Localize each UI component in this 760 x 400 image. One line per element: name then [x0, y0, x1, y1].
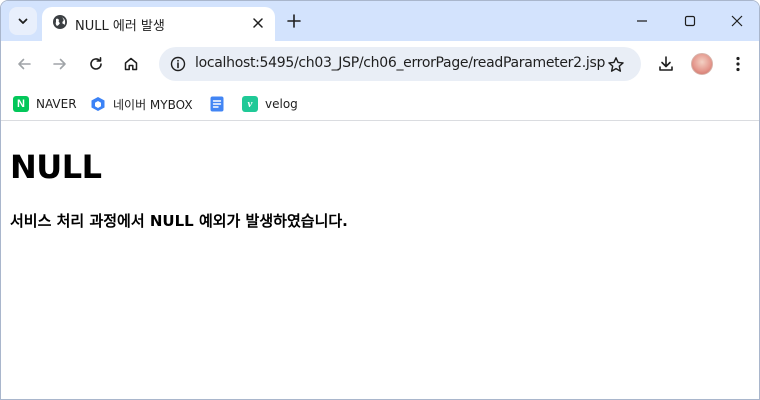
arrow-left-icon — [18, 58, 31, 70]
close-window-button[interactable] — [714, 6, 759, 36]
tab-close-button[interactable] — [248, 13, 268, 33]
minimize-button[interactable] — [619, 6, 665, 36]
tab-search-button[interactable] — [9, 7, 37, 35]
active-tab[interactable]: NULL 에러 발생 — [42, 7, 275, 41]
maximize-icon — [684, 15, 696, 27]
toolbar: localhost:5495/ch03_JSP/ch06_errorPage/r… — [1, 41, 759, 87]
docs-icon — [210, 96, 224, 112]
forward-button[interactable] — [45, 49, 75, 79]
menu-button[interactable] — [723, 49, 753, 79]
close-icon — [731, 15, 743, 27]
close-icon — [253, 18, 263, 28]
address-bar[interactable]: localhost:5495/ch03_JSP/ch06_errorPage/r… — [159, 47, 641, 81]
maximize-button[interactable] — [667, 6, 713, 36]
reload-icon — [90, 57, 102, 70]
bookmark-mybox[interactable]: 네이버 MYBOX — [90, 93, 193, 115]
arrow-right-icon — [53, 58, 66, 70]
plus-icon — [287, 14, 301, 28]
tab-strip: NULL 에러 발생 — [1, 1, 759, 41]
error-message: 서비스 처리 과정에서 NULL 예외가 발생하였습니다. — [10, 212, 348, 230]
tab-title: NULL 에러 발생 — [75, 19, 165, 34]
chevron-down-icon — [18, 18, 28, 24]
downloads-button[interactable] — [651, 49, 681, 79]
info-icon — [170, 56, 186, 72]
avatar — [691, 53, 713, 75]
naver-icon: N — [13, 96, 29, 112]
bookmark-velog[interactable]: v velog — [242, 93, 298, 115]
star-icon — [608, 57, 624, 72]
page-heading: NULL — [10, 148, 102, 186]
bookmark-star-button[interactable] — [603, 52, 629, 78]
minimize-icon — [637, 20, 647, 22]
url-text[interactable]: localhost:5495/ch03_JSP/ch06_errorPage/r… — [195, 55, 605, 71]
profile-button[interactable] — [687, 49, 717, 79]
bookmarks-bar: N NAVER 네이버 MYBOX v velog — [1, 87, 759, 121]
bookmark-label: velog — [265, 97, 298, 111]
globe-icon — [53, 15, 67, 29]
home-icon — [124, 57, 138, 71]
velog-icon: v — [242, 96, 258, 112]
back-button[interactable] — [9, 49, 39, 79]
bookmark-naver[interactable]: N NAVER — [13, 93, 77, 115]
site-info-button[interactable] — [165, 51, 191, 77]
bookmark-label: 네이버 MYBOX — [113, 97, 193, 112]
mybox-icon — [91, 97, 105, 111]
bookmark-docs[interactable] — [209, 93, 225, 115]
reload-button[interactable] — [81, 49, 111, 79]
download-icon — [659, 56, 673, 71]
browser-window: NULL 에러 발생 localhost:5495/ch03_JSP/ch06_… — [0, 0, 760, 400]
home-button[interactable] — [116, 49, 146, 79]
page-content: NULL 서비스 처리 과정에서 NULL 예외가 발생하였습니다. — [1, 122, 759, 399]
new-tab-button[interactable] — [281, 9, 307, 33]
more-vert-icon — [736, 56, 740, 72]
bookmark-label: NAVER — [36, 97, 77, 111]
